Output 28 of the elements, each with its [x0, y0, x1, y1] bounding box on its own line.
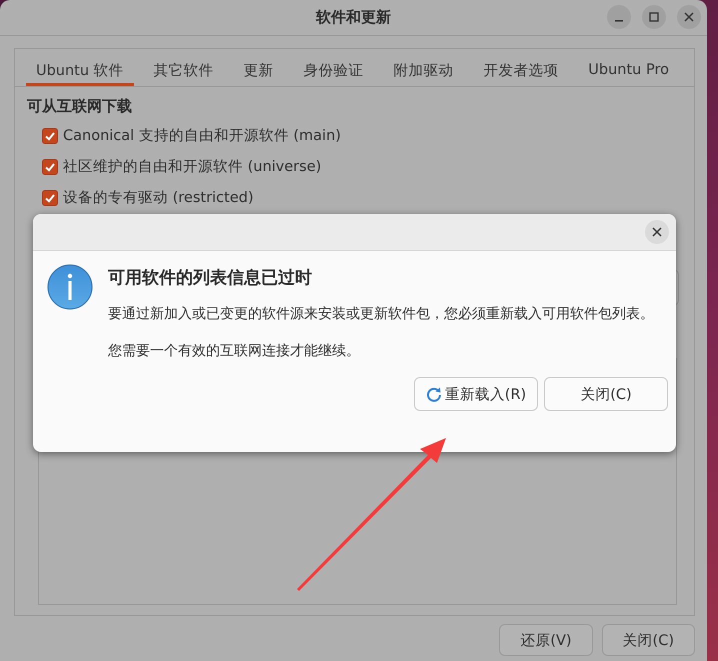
close-icon[interactable] [677, 5, 701, 29]
tab[interactable]: 更新 [234, 49, 284, 86]
dialog-title: 可用软件的列表信息已过时 [108, 267, 313, 289]
dialog-message: 您需要一个有效的互联网连接才能继续。 [108, 342, 361, 361]
tab[interactable]: 开发者选项 [473, 49, 568, 86]
tab[interactable]: 附加驱动 [383, 49, 464, 86]
window-title: 软件和更新 [316, 8, 391, 27]
section-heading: 可从互联网下载 [27, 97, 133, 116]
dialog-message: 要通过新加入或已变更的软件源来安装或更新软件包，您必须重新载入可用软件包列表。 [108, 305, 655, 324]
reload-icon [426, 386, 442, 402]
dialog-button[interactable]: 关闭(C) [544, 377, 668, 411]
checkbox-label: Canonical 支持的自由和开源软件 (main) [63, 127, 341, 145]
footer-button[interactable]: 关闭(C) [602, 624, 695, 656]
info-icon [47, 264, 93, 310]
dialog-button[interactable]: 重新载入(R) [414, 377, 538, 411]
checkbox[interactable] [42, 128, 58, 144]
tab[interactable]: Ubuntu Pro [578, 49, 679, 86]
close-icon[interactable] [645, 220, 669, 244]
checkbox-label: 社区维护的自由和开源软件 (universe) [63, 158, 322, 176]
tab[interactable]: 身份验证 [293, 49, 374, 86]
minimize-icon[interactable] [607, 5, 631, 29]
tab[interactable]: Ubuntu 软件 [26, 49, 134, 86]
checkbox[interactable] [42, 190, 58, 206]
checkbox[interactable] [42, 158, 58, 174]
footer-button[interactable]: 还原(V) [499, 624, 593, 656]
tab[interactable]: 其它软件 [144, 49, 224, 86]
checkbox-label: 设备的专有驱动 (restricted) [63, 189, 254, 207]
maximize-icon[interactable] [642, 5, 666, 29]
